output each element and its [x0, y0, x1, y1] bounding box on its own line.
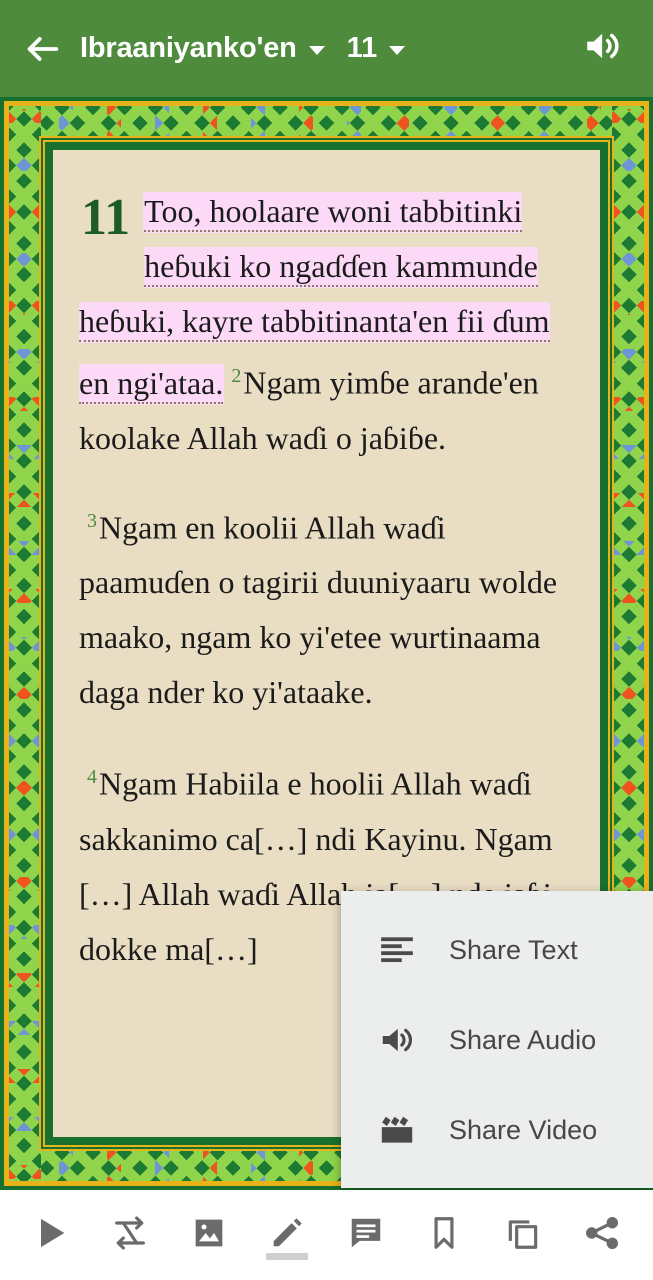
share-icon: [583, 1214, 621, 1257]
verse-paragraph-1[interactable]: 11 Too, hoolaare woni tabbitinki heɓuki …: [79, 184, 574, 466]
speaker-icon: [582, 25, 624, 72]
scripture-text: 11 Too, hoolaare woni tabbitinki heɓuki …: [79, 184, 574, 977]
speaker-icon: [371, 1014, 423, 1066]
audio-button[interactable]: [575, 21, 631, 77]
verse-number-2: 2: [231, 365, 242, 387]
menu-item-share-audio[interactable]: Share Audio: [341, 995, 653, 1085]
border-ribbon-top: [7, 104, 646, 138]
repeat-button[interactable]: [100, 1204, 160, 1266]
menu-item-share-video[interactable]: Share Video: [341, 1085, 653, 1175]
play-button[interactable]: [21, 1204, 81, 1266]
bible-reader-screen: Ibraaniyanko'en 11 11 Too, hoolaare woni…: [0, 0, 653, 1280]
image-button[interactable]: [179, 1204, 239, 1266]
border-accent-diamonds-left: [7, 104, 41, 1183]
border-ribbon-left: [7, 104, 41, 1183]
highlight-active-indicator: [266, 1253, 309, 1260]
book-title[interactable]: Ibraaniyanko'en: [80, 32, 297, 65]
menu-item-share-audio-label: Share Audio: [449, 1024, 597, 1055]
note-button[interactable]: [336, 1204, 396, 1266]
repeat-icon: [110, 1213, 150, 1258]
back-button[interactable]: [14, 20, 72, 78]
verse-number-4: 4: [87, 766, 97, 789]
verse-number-3: 3: [87, 509, 97, 532]
menu-item-share-video-label: Share Video: [449, 1114, 598, 1145]
arrow-left-icon: [23, 29, 63, 69]
app-bar: Ibraaniyanko'en 11: [0, 0, 653, 97]
chapter-number: 11: [81, 189, 131, 246]
chevron-down-icon-chapter[interactable]: [389, 46, 406, 55]
share-popup-menu[interactable]: Share Text Share Audio Share Video: [341, 891, 653, 1188]
bookmark-icon: [425, 1214, 463, 1257]
play-icon: [31, 1213, 71, 1258]
highlight-button[interactable]: [257, 1204, 317, 1266]
align-left-icon: [371, 924, 423, 976]
chevron-down-icon-book[interactable]: [308, 46, 325, 55]
bottom-toolbar: [0, 1190, 653, 1280]
copy-icon: [504, 1214, 542, 1257]
chapter-selector-label[interactable]: 11: [347, 32, 378, 65]
bookmark-button[interactable]: [414, 1204, 474, 1266]
clapperboard-icon: [371, 1104, 423, 1156]
share-button[interactable]: [572, 1204, 632, 1266]
comment-icon: [347, 1214, 385, 1257]
border-accent-diamonds-top: [7, 104, 646, 138]
pencil-icon: [268, 1214, 306, 1257]
verse-paragraph-3[interactable]: 3Ngam en koolii Allah waɗi paamuɗen o ta…: [79, 494, 574, 721]
image-icon: [189, 1213, 229, 1258]
menu-item-share-text-label: Share Text: [449, 934, 578, 965]
menu-item-share-text[interactable]: Share Text: [341, 905, 653, 995]
copy-button[interactable]: [493, 1204, 553, 1266]
verse-3-text[interactable]: Ngam en koolii Allah waɗi paamuɗen o tag…: [79, 509, 557, 710]
